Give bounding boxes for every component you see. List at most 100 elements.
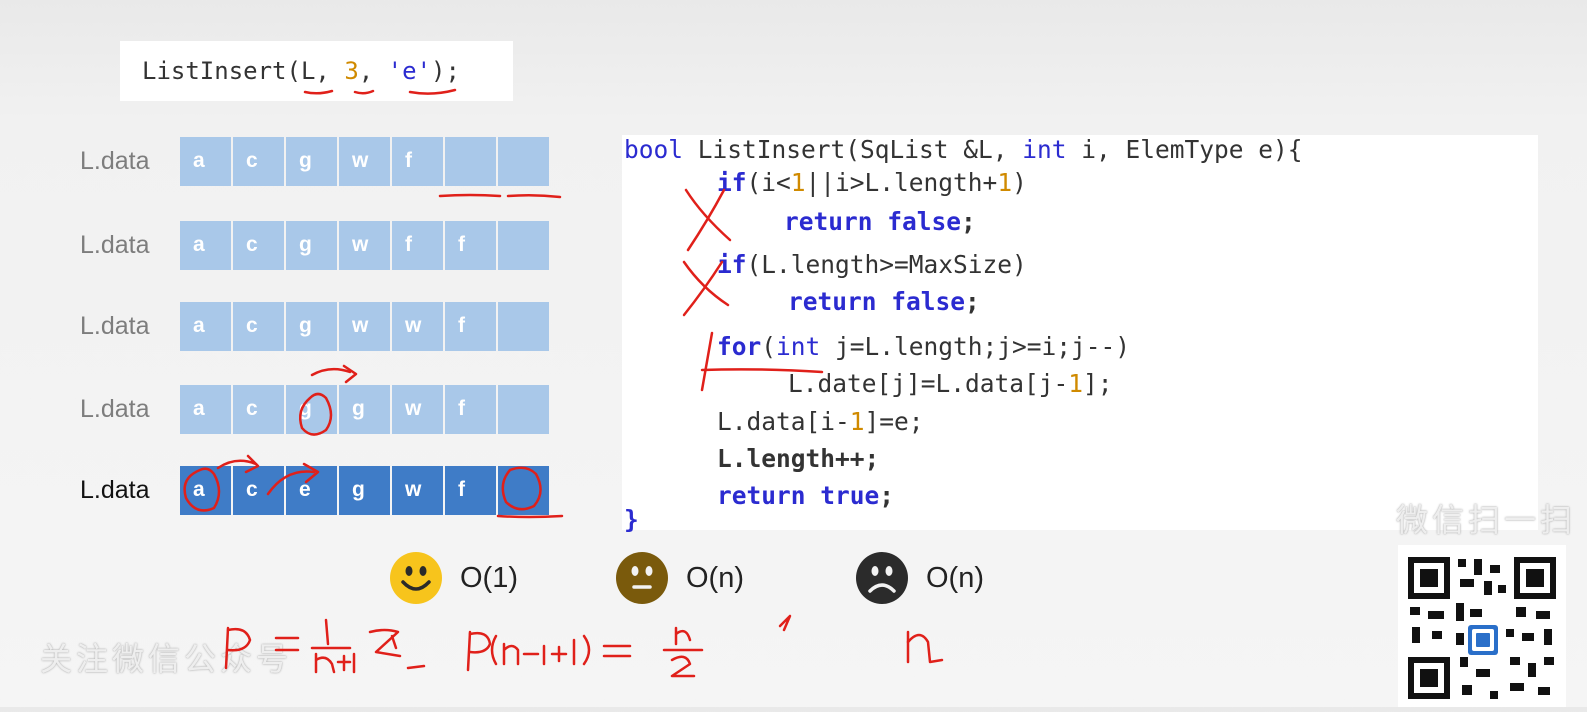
code-token: if xyxy=(717,168,747,197)
array-cell: f xyxy=(445,465,496,515)
happy-face-icon xyxy=(390,552,442,604)
code-token: 1 xyxy=(790,168,806,197)
code-token: ]; xyxy=(1083,369,1113,398)
call-arg-list: L xyxy=(300,57,316,85)
array-cell: f xyxy=(445,384,496,434)
array-row-3: L.data a c g w w f xyxy=(80,301,549,351)
code-token: (L.length>=MaxSize) xyxy=(746,250,1027,279)
code-token: i, ElemType e){ xyxy=(1066,135,1303,164)
call-example: ListInsert(L, 3, 'e'); xyxy=(120,41,513,101)
code-token: ; xyxy=(879,481,895,510)
array-cell: w xyxy=(339,136,390,186)
row-label: L.data xyxy=(80,146,150,175)
call-arg-position: 3 xyxy=(344,57,359,85)
code-token: (i< xyxy=(746,168,791,197)
array-cell: g xyxy=(339,384,390,434)
array-cell: w xyxy=(392,384,443,434)
array-cell: w xyxy=(339,301,390,351)
code-token: j=L.length;j>=i;j--) xyxy=(820,332,1131,361)
code-token: ( xyxy=(761,332,777,361)
call-sep-1: , xyxy=(315,57,345,85)
code-line-7: L.date[j]=L.data[j-1]; xyxy=(788,369,1113,399)
code-line-2: if(i<1||i>L.length+1) xyxy=(717,168,1027,198)
array-cell: c xyxy=(233,384,284,434)
code-token: 1 xyxy=(849,407,865,436)
watermark-left: 关注微信公众号 xyxy=(40,641,293,677)
array-cell: g xyxy=(286,136,337,186)
array-cell xyxy=(498,220,549,270)
sad-face-icon xyxy=(856,552,908,604)
array-cell: a xyxy=(180,465,231,515)
call-end: ); xyxy=(431,57,460,85)
array-cells: a c e g w f xyxy=(180,465,549,515)
array-cell: e xyxy=(286,465,337,515)
code-token: 1 xyxy=(997,168,1013,197)
code-token: L.date[j]=L.data[j- xyxy=(788,369,1069,398)
code-token: ; xyxy=(965,287,980,316)
code-token: 1 xyxy=(1068,369,1084,398)
array-cell xyxy=(498,465,549,515)
array-cell: c xyxy=(233,301,284,351)
array-cell: c xyxy=(233,220,284,270)
code-line-5: return false; xyxy=(788,287,980,317)
code-token: return true xyxy=(717,481,880,510)
array-cells: a c g w f xyxy=(180,136,549,186)
code-line-6: for(int j=L.length;j>=i;j--) xyxy=(717,332,1130,362)
code-line-1: bool ListInsert(SqList &L, int i, ElemTy… xyxy=(624,135,1303,165)
code-token: ]=e; xyxy=(864,407,924,436)
average-case: O(n) xyxy=(616,552,744,604)
worst-case: O(n) xyxy=(856,552,984,604)
watermark-right: 微信扫一扫 xyxy=(1396,502,1577,538)
array-cell: a xyxy=(180,301,231,351)
code-token: ListInsert(SqList &L, xyxy=(697,135,1023,164)
row-label: L.data xyxy=(80,475,150,504)
qr-code-image xyxy=(1398,545,1566,707)
code-line-10: return true; xyxy=(717,481,894,511)
row-label: L.data xyxy=(80,394,150,423)
code-line-8: L.data[i-1]=e; xyxy=(717,407,924,437)
array-cell xyxy=(498,136,549,186)
code-line-4: if(L.length>=MaxSize) xyxy=(717,250,1027,280)
array-cell: a xyxy=(180,136,231,186)
array-cell: f xyxy=(392,220,443,270)
array-cell: f xyxy=(445,220,496,270)
array-cell: f xyxy=(445,301,496,351)
array-cells: a c g w f f xyxy=(180,220,549,270)
code-token: ) xyxy=(1012,168,1027,197)
code-token: int xyxy=(776,332,821,361)
code-token: ||i>L.length+ xyxy=(805,168,998,197)
code-token: return false xyxy=(788,287,966,316)
array-cell: g xyxy=(286,220,337,270)
array-cells: a c g g w f xyxy=(180,384,549,434)
best-case: O(1) xyxy=(390,552,518,604)
array-cell: w xyxy=(392,465,443,515)
array-cell: g xyxy=(286,384,337,434)
array-cell: f xyxy=(392,136,443,186)
array-cell: g xyxy=(286,301,337,351)
worst-case-label: O(n) xyxy=(926,561,984,594)
code-token: bool xyxy=(624,135,698,164)
array-row-2: L.data a c g w f f xyxy=(80,220,549,270)
array-row-5: L.data a c e g w f xyxy=(80,465,549,515)
call-sep-2: , xyxy=(358,57,388,85)
best-case-label: O(1) xyxy=(460,561,518,594)
call-fn: ListInsert( xyxy=(142,57,301,85)
array-cell: a xyxy=(180,384,231,434)
array-cells: a c g w w f xyxy=(180,301,549,351)
row-label: L.data xyxy=(80,230,150,259)
average-case-label: O(n) xyxy=(686,561,744,594)
array-cell xyxy=(445,136,496,186)
code-token: if xyxy=(717,250,747,279)
qr-code-icon xyxy=(1408,557,1556,699)
call-arg-element: 'e' xyxy=(387,57,432,85)
row-label: L.data xyxy=(80,311,150,340)
array-row-4: L.data a c g g w f xyxy=(80,384,549,434)
neutral-face-icon xyxy=(616,552,668,604)
code-token: } xyxy=(624,505,639,534)
code-token: L.data[i- xyxy=(717,407,850,436)
array-cell: c xyxy=(233,136,284,186)
code-token: ; xyxy=(961,207,976,236)
array-cell xyxy=(498,301,549,351)
array-cell: c xyxy=(233,465,284,515)
code-token: int xyxy=(1022,135,1067,164)
